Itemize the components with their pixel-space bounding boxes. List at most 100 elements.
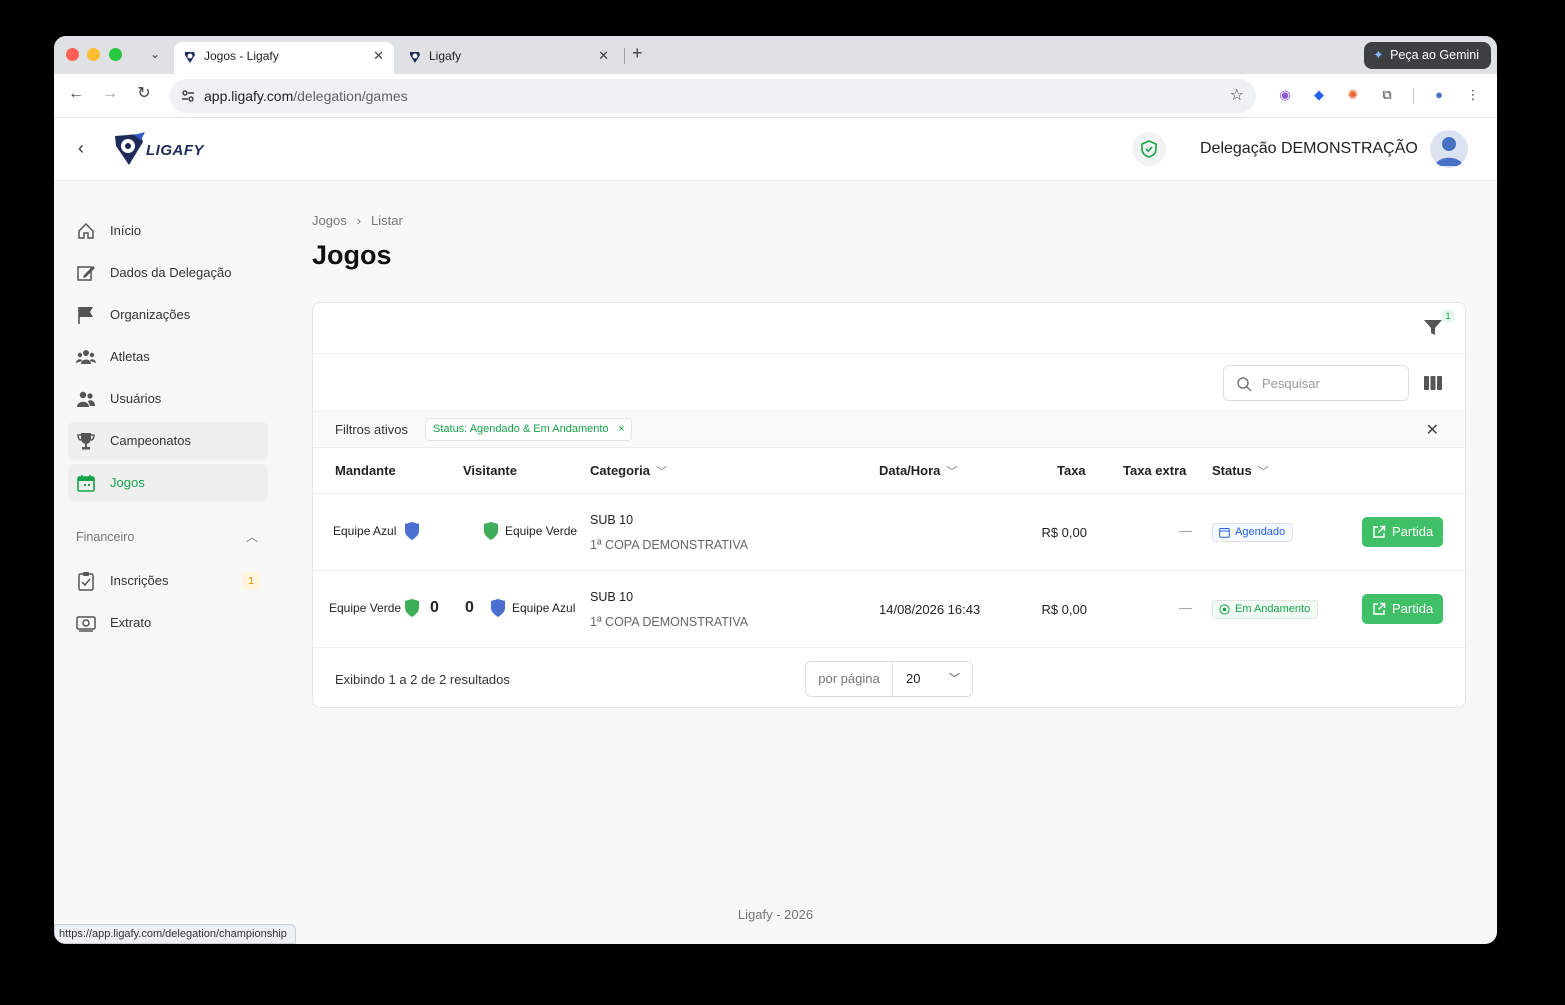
championship-name: 1ª COPA DEMONSTRATIVA [590,538,749,552]
ligafy-logo-icon[interactable] [112,132,146,168]
trophy-icon [77,433,95,450]
page-title: Jogos [312,240,392,270]
sidebar-item-label: Atletas [110,349,150,364]
open-match-button[interactable]: Partida [1362,517,1443,547]
calendar-icon [1219,528,1230,538]
bookmark-star-icon[interactable]: ☆ [1230,85,1244,105]
user-avatar[interactable] [1430,130,1468,168]
open-match-button[interactable]: Partida [1362,594,1443,624]
page-footer: Ligafy - 2026 [737,907,814,922]
search-input[interactable] [1262,366,1402,400]
status-label: Em Andamento [1235,603,1311,615]
extra-fee-value: — [1179,523,1192,538]
shield-check-icon [1141,140,1157,158]
sidebar-item-label: Extrato [110,615,152,630]
results-count: Exibindo 1 a 2 de 2 resultados [335,672,510,687]
column-header-datahora[interactable]: Data/Hora ﹀ [879,463,957,479]
edit-icon [77,266,95,281]
sidebar-item-organizacoes[interactable]: Organizações [68,296,268,334]
close-tab-icon[interactable]: ✕ [373,42,384,70]
table-header: Mandante Visitante Categoria ﹀ Data/Hora ﹀… [313,448,1465,494]
category: SUB 10 [590,513,634,527]
extra-fee-value: — [1179,600,1192,615]
sidebar-item-label: Início [110,223,142,238]
breadcrumb-parent[interactable]: Jogos [312,213,347,228]
filter-icon[interactable] [1423,317,1443,337]
logo-text: LIGAFY [146,142,204,159]
per-page-value: 20 [906,671,921,686]
delegation-name[interactable]: Delegação DEMONSTRAÇÃO [1200,140,1418,158]
extensions-puzzle-icon[interactable]: ⧉ [1378,86,1396,104]
green-team-shield-icon [484,522,498,540]
users-icon [77,391,95,407]
clear-filters-icon[interactable]: ✕ [1426,420,1439,440]
per-page-select[interactable]: por página 20 ﹀ [805,661,973,697]
close-tab-icon[interactable]: ✕ [598,42,609,70]
chevron-down-icon: ﹀ [1257,466,1269,478]
url-path: /delegation/games [293,88,408,104]
app-header: ‹ LIGAFY Delegação DEMONSTRAÇÃO [54,118,1497,181]
columns-icon[interactable] [1423,373,1443,393]
sidebar-item-inscricoes[interactable]: Inscrições 1 [68,562,268,600]
close-window-button[interactable] [66,48,79,61]
sidebar-item-campeonatos[interactable]: Campeonatos [68,422,268,460]
tab-separator [624,48,625,64]
sidebar-item-inicio[interactable]: Início [68,212,268,250]
chevron-right-icon: › [356,213,362,228]
sidebar-item-label: Organizações [110,307,191,322]
remove-filter-icon[interactable]: × [618,419,624,440]
security-shield-button[interactable] [1132,132,1166,166]
column-header-status[interactable]: Status ﹀ [1212,463,1269,479]
calendar-icon [77,475,95,492]
sidebar-item-dados-delegacao[interactable]: Dados da Delegação [68,254,268,292]
extension-broadcast-icon[interactable]: ◉ [1276,86,1294,104]
sparkle-icon: ✦ [1373,48,1384,62]
profile-icon[interactable]: ● [1430,86,1448,104]
sidebar-item-usuarios[interactable]: Usuários [68,380,268,418]
link-status-bar: https://app.ligafy.com/delegation/champi… [54,924,296,944]
sidebar-section-financeiro[interactable]: Financeiro ︿ [68,522,268,552]
blue-team-shield-icon [405,522,419,540]
column-header-categoria[interactable]: Categoria ﹀ [590,463,667,479]
gemini-button[interactable]: ✦ Peça ao Gemini [1364,42,1491,69]
sidebar-item-label: Dados da Delegação [110,265,232,280]
active-filters-bar: Filtros ativos Status: Agendado & Em And… [313,412,1465,448]
sidebar-item-jogos[interactable]: Jogos [68,464,268,502]
new-tab-icon[interactable]: + [632,43,643,64]
filter-chip-status[interactable]: Status: Agendado & Em Andamento × [425,418,632,441]
reload-icon[interactable]: ↻ [134,84,154,104]
tab-strip: ⌄ Jogos - Ligafy ✕ Ligafy ✕ + ✦ Peça ao … [54,36,1497,74]
url-host: app.ligafy.com [204,88,294,104]
column-header-mandante: Mandante [335,463,396,478]
maximize-window-button[interactable] [109,48,122,61]
button-label: Partida [1392,524,1434,539]
forward-arrow-icon[interactable]: → [100,84,120,104]
sidebar-item-extrato[interactable]: Extrato [68,604,268,642]
chevron-left-icon[interactable]: ‹ [78,138,84,159]
tab-jogos[interactable]: Jogos - Ligafy ✕ [174,42,394,74]
sidebar-item-atletas[interactable]: Atletas [68,338,268,376]
sidebar-item-label: Jogos [110,475,145,490]
site-settings-icon[interactable] [180,88,196,104]
inscricoes-count-badge: 1 [242,572,260,590]
green-team-shield-icon [405,599,419,617]
home-team-name: Equipe Azul [333,524,397,538]
minimize-window-button[interactable] [87,48,100,61]
tab-title: Jogos - Ligafy [204,49,279,63]
fee-value: R$ 0,00 [1041,525,1087,540]
extension-tag-icon[interactable]: ◆ [1310,86,1328,104]
external-link-icon [1373,602,1386,615]
tab-search-icon[interactable]: ⌄ [146,45,164,63]
home-team-name: Equipe Verde [329,601,402,615]
back-arrow-icon[interactable]: ← [66,84,86,104]
browser-menu-icon[interactable]: ⋮ [1464,86,1482,104]
extension-sun-icon[interactable]: ✺ [1344,86,1362,104]
tab-ligafy[interactable]: Ligafy ✕ [399,42,619,74]
column-header-visitante: Visitante [463,463,517,478]
clipboard-icon [78,572,94,591]
address-bar[interactable]: app.ligafy.com/delegation/games ☆ [170,79,1256,113]
search-field[interactable] [1223,365,1409,401]
chevron-down-icon: ﹀ [655,466,667,478]
money-icon [76,616,96,632]
championship-name: 1ª COPA DEMONSTRATIVA [590,615,749,629]
